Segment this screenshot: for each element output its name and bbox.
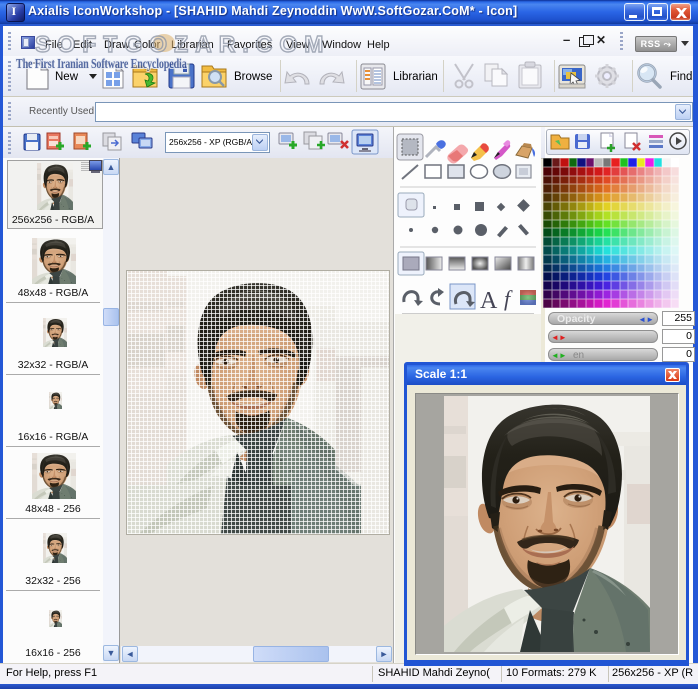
svg-text:A: A	[480, 288, 498, 314]
svg-text:f: f	[504, 286, 513, 311]
